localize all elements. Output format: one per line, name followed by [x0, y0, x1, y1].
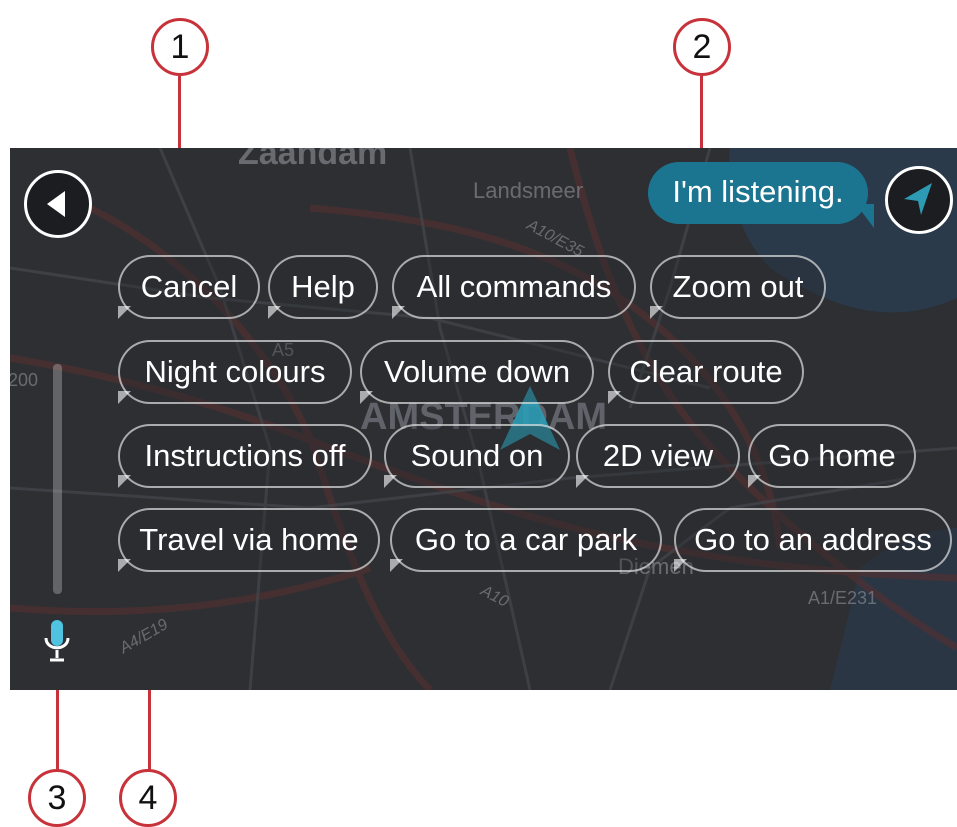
map-label-200: 200: [10, 370, 39, 390]
command-2d-view[interactable]: 2D view: [576, 424, 740, 488]
command-travel-via-home[interactable]: Travel via home: [118, 508, 380, 572]
microphone-level-bar: [53, 364, 62, 594]
microphone-icon: [44, 620, 70, 662]
callout-2: 2: [673, 18, 731, 76]
command-night-colours[interactable]: Night colours: [118, 340, 352, 404]
command-go-home[interactable]: Go home: [748, 424, 916, 488]
command-instructions-off[interactable]: Instructions off: [118, 424, 372, 488]
back-button[interactable]: [24, 170, 92, 238]
command-go-to-an-address[interactable]: Go to an address: [674, 508, 952, 572]
command-clear-route[interactable]: Clear route: [608, 340, 804, 404]
listening-bubble-tail: [856, 204, 874, 228]
voice-control-screen: Zaandam Landsmeer A10/E35 A5 200 AMSTERD…: [10, 148, 957, 690]
map-label-a1-e231: A1/E231: [808, 588, 878, 608]
listening-bubble: I'm listening.: [648, 162, 868, 224]
command-go-to-a-car-park[interactable]: Go to a car park: [390, 508, 662, 572]
command-zoom-out[interactable]: Zoom out: [650, 255, 826, 319]
navigate-button[interactable]: [885, 166, 953, 234]
command-help[interactable]: Help: [268, 255, 378, 319]
command-volume-down[interactable]: Volume down: [360, 340, 594, 404]
command-cancel[interactable]: Cancel: [118, 255, 260, 319]
back-arrow-icon: [47, 191, 65, 217]
listening-text: I'm listening.: [672, 174, 844, 209]
navigation-arrow-icon: [904, 183, 932, 215]
callout-1: 1: [151, 18, 209, 76]
map-label-landsmeer: Landsmeer: [473, 178, 584, 203]
command-all-commands[interactable]: All commands: [392, 255, 636, 319]
callout-4: 4: [119, 769, 177, 827]
map-label-zaandam: Zaandam: [238, 148, 388, 172]
callout-3: 3: [28, 769, 86, 827]
command-sound-on[interactable]: Sound on: [384, 424, 570, 488]
